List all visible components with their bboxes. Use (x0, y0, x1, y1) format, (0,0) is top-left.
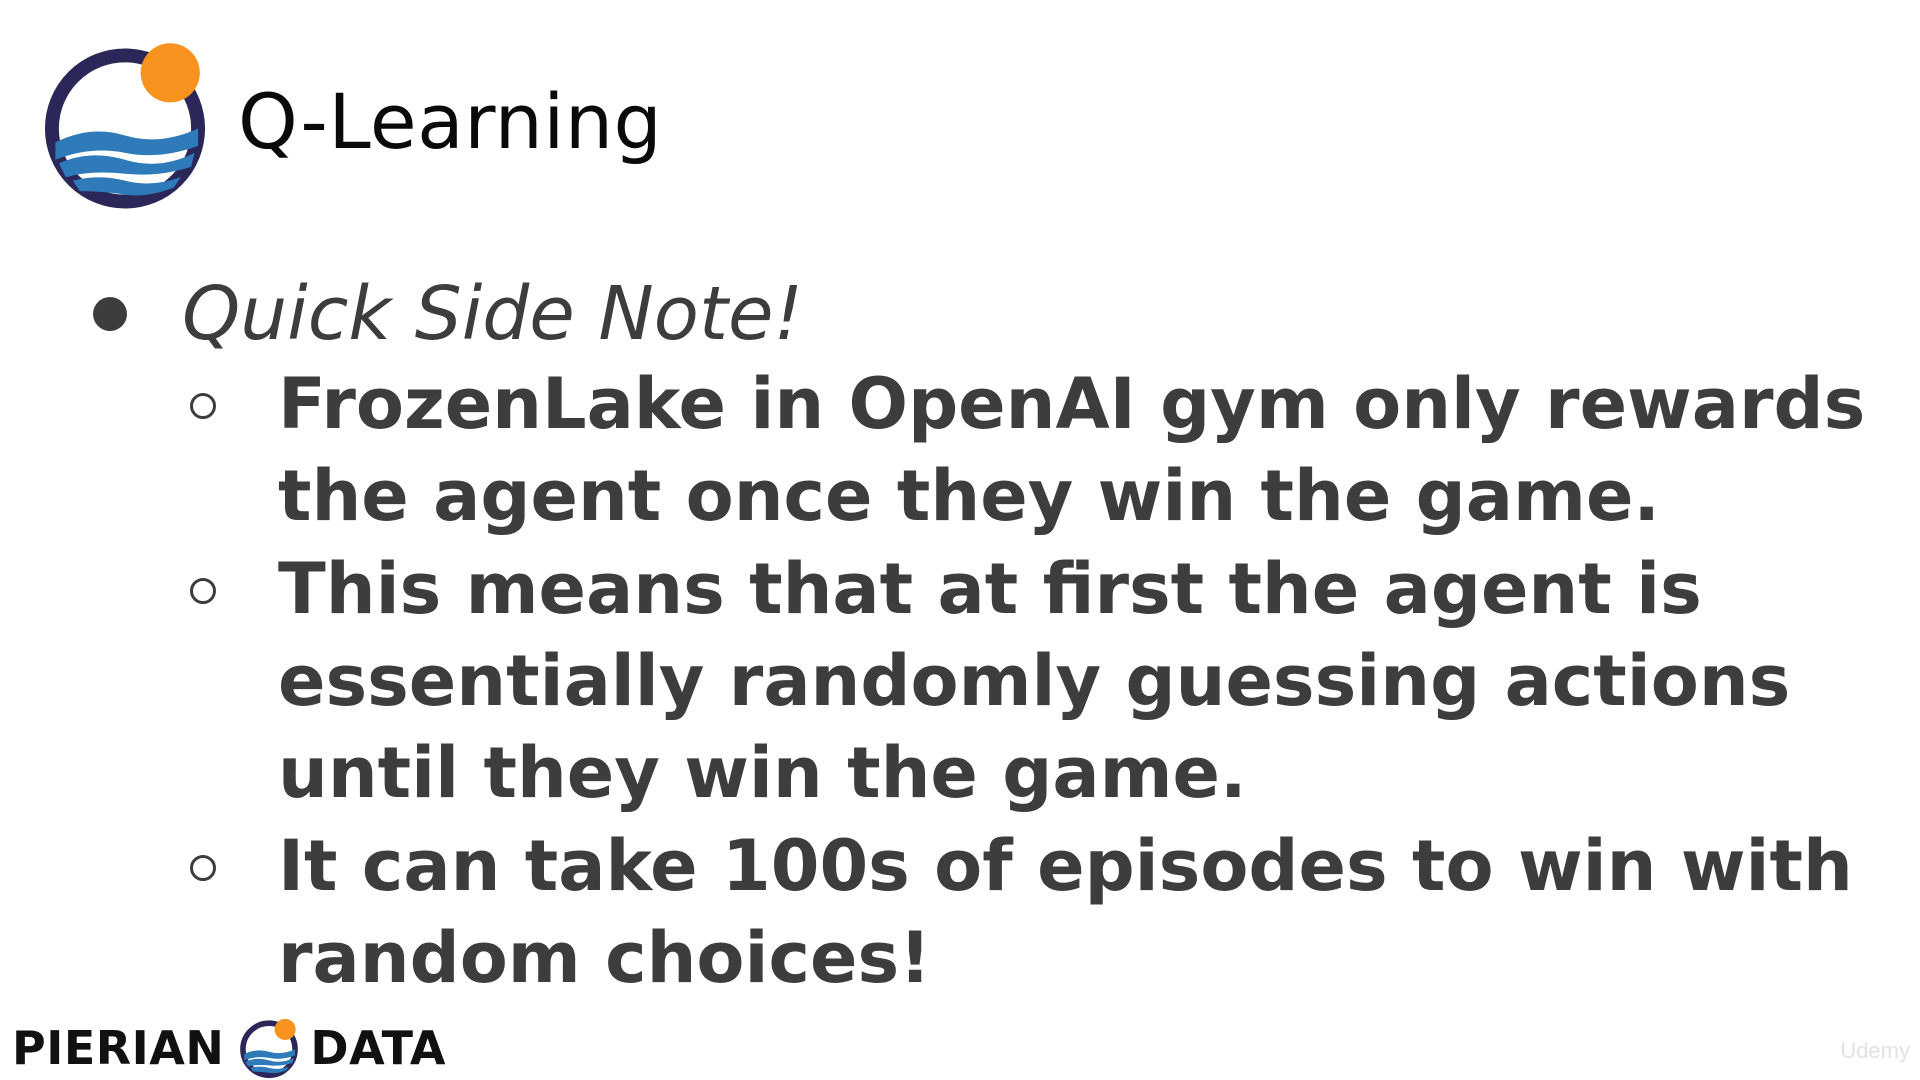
sub-bullet-line: the agent once they win the game. (278, 455, 1661, 537)
bullet-hollow-icon (190, 393, 216, 419)
sub-bullet-line: random choices! (278, 917, 932, 999)
sub-bullet-line: FrozenLake in OpenAI gym only rewards (278, 363, 1866, 445)
bullet-hollow-icon (190, 855, 216, 881)
bullet-main-text: Quick Side Note! (182, 271, 804, 357)
sub-bullet: This means that at first the agent is es… (278, 543, 1790, 819)
sub-bullet-line: until they win the game. (278, 732, 1247, 814)
brand-word-right: DATA (310, 1021, 447, 1075)
sub-bullet-line: This means that at first the agent is (278, 548, 1702, 630)
sub-bullet: It can take 100s of episodes to win with… (278, 820, 1853, 1004)
udemy-watermark: Udemy (1840, 1038, 1910, 1063)
pierian-data-logo-icon (240, 1018, 299, 1079)
sub-bullet-line: It can take 100s of episodes to win with (278, 825, 1853, 907)
sub-bullet: FrozenLake in OpenAI gym only rewards th… (278, 358, 1865, 542)
brand-word-left: PIERIAN (12, 1021, 225, 1075)
slide-title: Q-Learning (238, 77, 663, 166)
bullet-filled-icon (93, 297, 127, 331)
slide: Q-Learning Quick Side Note! FrozenLake i… (0, 0, 1920, 1080)
footer-brand: PIERIAN DATA (12, 1016, 446, 1080)
sub-bullet-line: essentially randomly guessing actions (278, 640, 1791, 722)
bullet-hollow-icon (190, 578, 216, 604)
pierian-data-logo-icon (44, 43, 206, 209)
